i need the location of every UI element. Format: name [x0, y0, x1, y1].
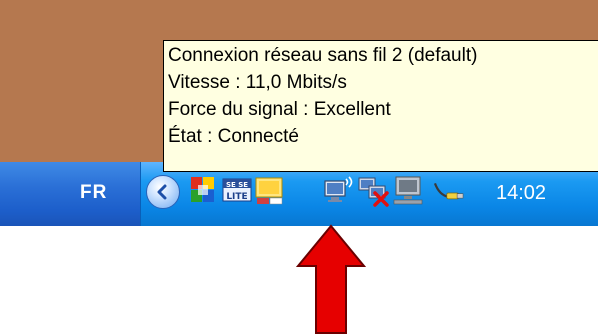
hp-app-icon[interactable]: [186, 173, 220, 207]
language-indicator[interactable]: FR: [80, 182, 107, 204]
network-status-tooltip: Connexion réseau sans fil 2 (default) Vi…: [163, 40, 598, 172]
disconnected-network-icon[interactable]: [357, 173, 391, 207]
wireless-network-icon[interactable]: [322, 173, 356, 207]
red-arrow-annotation: [296, 224, 366, 334]
svg-text:SE SE: SE SE: [226, 181, 248, 189]
system-clock[interactable]: 14:02: [496, 182, 546, 205]
tooltip-line-connection: Connexion réseau sans fil 2 (default): [168, 45, 478, 66]
lite-app-icon[interactable]: SE SE LITE: [220, 173, 254, 207]
show-hidden-icons-button[interactable]: [146, 175, 180, 209]
tooltip-line-signal: Force du signal : Excellent: [168, 99, 391, 120]
network-computer-icon[interactable]: [392, 173, 426, 207]
monitor-app-icon[interactable]: [253, 173, 287, 207]
usb-device-icon[interactable]: [432, 173, 466, 207]
chevron-left-icon: [157, 184, 167, 200]
tooltip-line-speed: Vitesse : 11,0 Mbits/s: [168, 72, 347, 93]
tooltip-line-state: État : Connecté: [168, 126, 299, 147]
svg-text:LITE: LITE: [226, 192, 247, 202]
